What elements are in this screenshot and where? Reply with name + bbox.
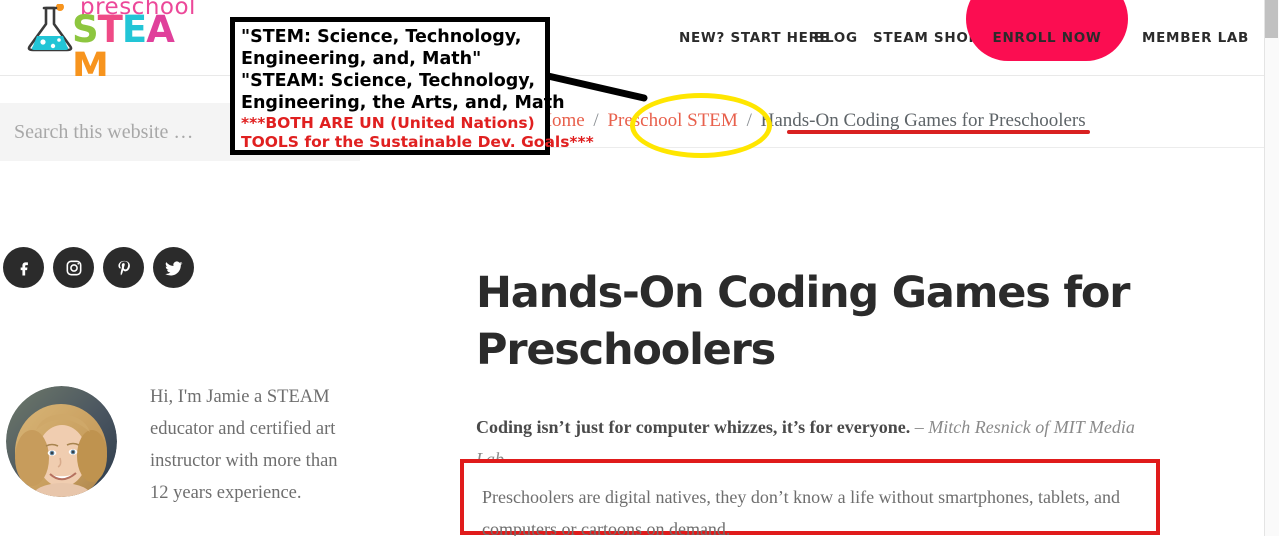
logo-letter-e: E — [121, 8, 147, 51]
author-avatar — [6, 386, 117, 497]
enroll-now-label[interactable]: ENROLL NOW — [966, 30, 1128, 46]
callout-red-line-2: TOOLS for the Sustainable Dev. Goals*** — [241, 133, 594, 151]
callout-red-line-1: ***BOTH ARE UN (United Nations) — [241, 114, 535, 132]
breadcrumb: ere: Home / Preschool STEM / Hands-On Co… — [505, 110, 1086, 132]
nav-item-blog[interactable]: BLOG — [814, 30, 858, 46]
annotation-callout-box: "STEM: Science, Technology, Engineering,… — [230, 17, 594, 155]
vertical-scrollbar-thumb[interactable] — [1265, 0, 1278, 38]
breadcrumb-separator-1: / — [593, 110, 599, 131]
quote-dash: – — [910, 417, 929, 437]
quote-bold-text: Coding isn’t just for computer whizzes, … — [476, 417, 911, 437]
social-link-pinterest[interactable] — [103, 247, 144, 288]
callout-line-1: "STEM: Science, Technology, — [241, 27, 522, 47]
site-logo[interactable]: preschool STEAM — [24, 0, 200, 85]
logo-letter-s: S — [72, 8, 99, 51]
pinterest-icon — [117, 260, 130, 275]
red-box-annotation: Preschoolers are digital natives, they d… — [460, 459, 1160, 536]
logo-letter-a: A — [146, 8, 175, 51]
yellow-ellipse-annotation — [630, 93, 772, 158]
vertical-scrollbar-track[interactable] — [1264, 0, 1279, 536]
breadcrumb-red-underline-annotation — [787, 130, 1090, 134]
social-link-instagram[interactable] — [53, 247, 94, 288]
site-header: preschool STEAM NEW? START HERE BLOG STE… — [0, 0, 1271, 85]
page-title: Hands-On Coding Games for Preschoolers — [476, 267, 1130, 375]
social-link-twitter[interactable] — [153, 247, 194, 288]
highlighted-paragraph-text: Preschoolers are digital natives, they d… — [482, 487, 1121, 536]
callout-line-4: Engineering, the Arts, and, Math — [241, 93, 565, 113]
nav-item-new-start-here[interactable]: NEW? START HERE — [679, 30, 830, 46]
callout-line-3: "STEAM: Science, Technology, — [241, 71, 535, 91]
logo-letter-t: T — [97, 8, 123, 51]
nav-item-steam-shop[interactable]: STEAM SHOP — [873, 30, 979, 46]
twitter-icon — [164, 261, 183, 276]
breadcrumb-item-current: Hands-On Coding Games for Preschoolers — [760, 110, 1086, 131]
facebook-icon — [20, 261, 28, 275]
avatar-portrait-image — [6, 386, 117, 497]
author-bio-text: Hi, I'm Jamie a STEAM educator and certi… — [150, 387, 338, 503]
page-canvas: preschool STEAM NEW? START HERE BLOG STE… — [0, 0, 1271, 536]
instagram-icon — [66, 260, 81, 275]
logo-steam-text: STEAM — [72, 11, 200, 85]
nav-item-member-lab[interactable]: MEMBER LAB — [1142, 30, 1249, 46]
social-link-facebook[interactable] — [3, 247, 44, 288]
callout-line-2: Engineering, and, Math" — [241, 49, 482, 69]
main-navigation: NEW? START HERE BLOG STEAM SHOP ENROLL N… — [660, 0, 1271, 76]
